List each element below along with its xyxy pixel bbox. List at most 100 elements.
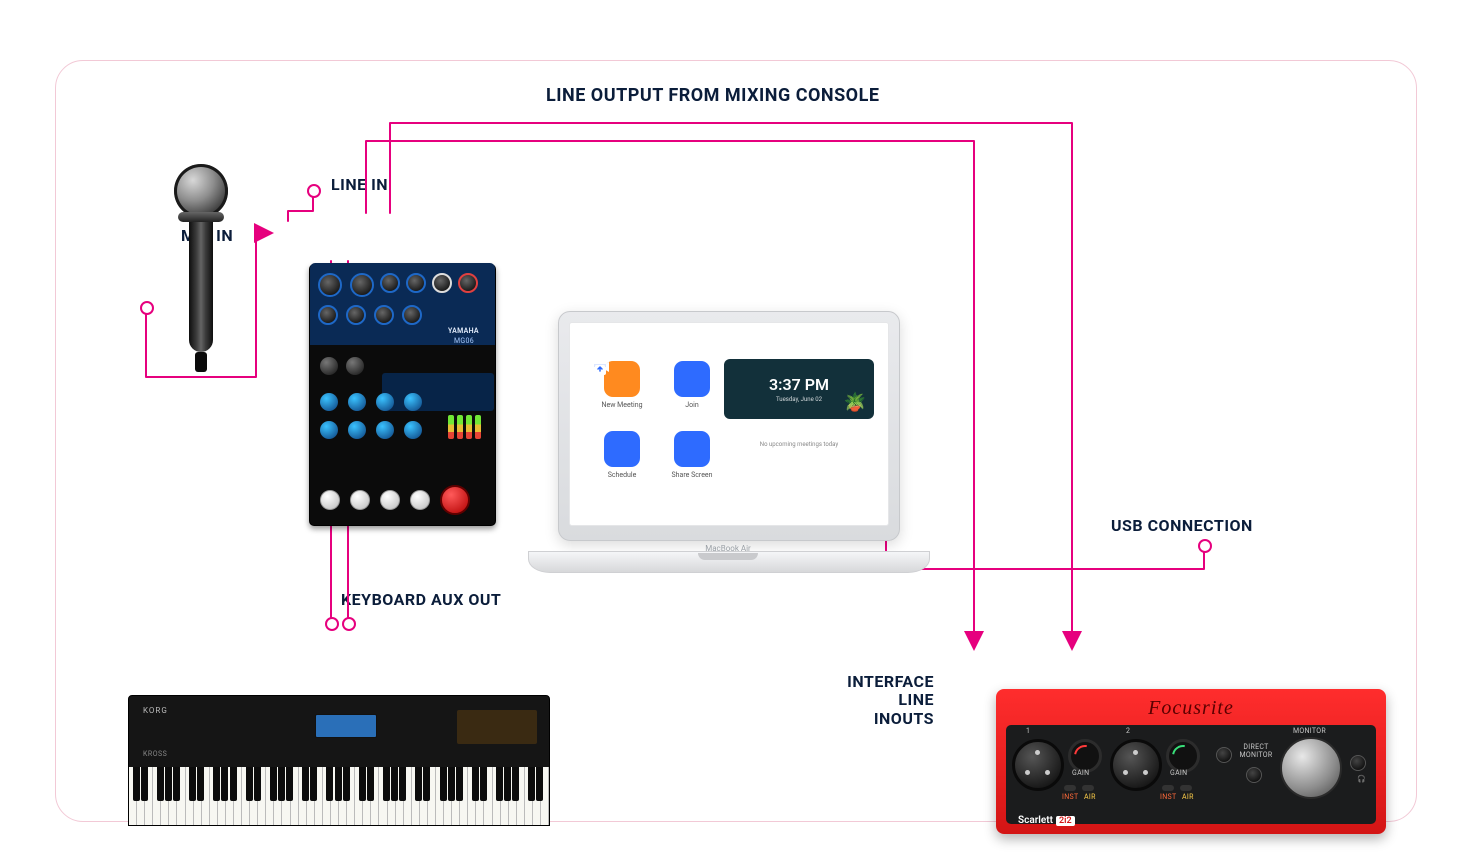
zoom-share-screen: Share Screen xyxy=(662,431,722,501)
mixer-knob-b4 xyxy=(404,421,422,439)
mixer-gain-1 xyxy=(320,357,338,375)
iface-headphone-jack xyxy=(1350,755,1366,771)
laptop-notch xyxy=(698,553,758,560)
mixer-model: MG06 xyxy=(454,337,474,345)
zoom-join: Join xyxy=(662,361,722,431)
audio-interface: Focusrite 1 GAIN INST AIR 2 GAIN xyxy=(996,689,1386,834)
mixer-knob-a4 xyxy=(404,393,422,411)
keyboard-body: KORG KROSS xyxy=(128,695,550,769)
zoom-clock-date: Tuesday, June 02 xyxy=(776,396,822,403)
mixer-led-4 xyxy=(475,415,481,439)
iface-gain-2-label: GAIN xyxy=(1170,769,1187,777)
zoom-time-card: 3:37 PM Tuesday, June 02 🪴 xyxy=(724,359,874,419)
mixer-jack-6 xyxy=(402,305,422,325)
mixer-jack-5 xyxy=(374,305,394,325)
mic-ring xyxy=(178,212,224,222)
diagram-stage: LINE OUTPUT FROM MIXING CONSOLE LINE IN … xyxy=(0,0,1471,867)
label-line-output: LINE OUTPUT FROM MIXING CONSOLE xyxy=(546,86,879,107)
keyboard-black-keys xyxy=(128,767,548,805)
keyboard-lcd xyxy=(315,714,377,738)
node-kbd-aux-2 xyxy=(342,617,356,631)
zoom-schedule: 19 Schedule xyxy=(592,431,652,501)
zoom-join-label: Join xyxy=(685,401,698,409)
iface-air-2 xyxy=(1180,785,1192,791)
headphones-icon: 🎧 xyxy=(1357,775,1366,783)
iface-air-2-label: AIR xyxy=(1182,793,1194,801)
zoom-clock-time: 3:37 PM xyxy=(769,375,829,394)
mixer-knob-a3 xyxy=(376,393,394,411)
mixing-console: YAMAHA MG06 xyxy=(309,264,496,526)
iface-inst-2-label: INST xyxy=(1160,793,1176,801)
zoom-app-grid: New Meeting Join 19 Schedul xyxy=(592,361,722,501)
iface-gain-1 xyxy=(1068,739,1102,773)
keyboard-brand: KORG xyxy=(143,706,168,715)
mixer-level-4 xyxy=(410,490,430,510)
iface-air-1 xyxy=(1082,785,1094,791)
mixer-jack-lineout-L xyxy=(432,273,452,293)
iface-ch2-label: 2 xyxy=(1126,727,1130,735)
mixer-knob-b3 xyxy=(376,421,394,439)
interface-model: Scarlett2i2 xyxy=(1018,815,1075,826)
interface-model-a: Scarlett xyxy=(1018,815,1053,826)
mixer-knob-a2 xyxy=(348,393,366,411)
iface-48v xyxy=(1216,747,1232,763)
mixer-level-3 xyxy=(380,490,400,510)
plus-icon xyxy=(674,361,710,397)
mixer-power-button xyxy=(440,485,470,515)
laptop: New Meeting Join 19 Schedul xyxy=(528,311,928,601)
zoom-no-meetings: No upcoming meetings today xyxy=(724,441,874,448)
label-usb-connection: USB CONNECTION xyxy=(1111,517,1253,535)
mixer-led-3 xyxy=(466,415,472,439)
mic-body xyxy=(189,222,213,352)
mixer-gain-2 xyxy=(346,357,364,375)
iface-ch1-label: 1 xyxy=(1026,727,1030,735)
keyboard-model: KROSS xyxy=(143,750,167,758)
interface-brand: Focusrite xyxy=(996,697,1386,720)
iface-air-1-label: AIR xyxy=(1084,793,1096,801)
zoom-new-meeting-label: New Meeting xyxy=(601,401,642,409)
laptop-screen: New Meeting Join 19 Schedul xyxy=(558,311,900,541)
mixer-brand: YAMAHA xyxy=(448,327,479,335)
mixer-knob-b1 xyxy=(320,421,338,439)
mixer-led-1 xyxy=(448,415,454,439)
iface-monitor-label: MONITOR xyxy=(1293,727,1326,735)
zoom-new-meeting: New Meeting xyxy=(592,361,652,431)
iface-direct-monitor-label: DIRECT MONITOR xyxy=(1236,743,1276,759)
iface-gain-1-label: GAIN xyxy=(1072,769,1089,777)
microphone xyxy=(166,164,236,374)
mixer-jack-4 xyxy=(346,305,366,325)
node-kbd-aux-1 xyxy=(325,617,339,631)
label-line-in: LINE IN xyxy=(331,176,388,194)
mixer-jack-3 xyxy=(318,305,338,325)
node-line-in xyxy=(307,184,321,198)
mixer-knob-a1 xyxy=(320,393,338,411)
iface-xlr-1 xyxy=(1012,739,1064,791)
node-mic-cable xyxy=(140,301,154,315)
node-usb xyxy=(1198,539,1212,553)
iface-inst-2 xyxy=(1162,785,1174,791)
plant-icon: 🪴 xyxy=(844,392,866,413)
iface-gain-2 xyxy=(1166,739,1200,773)
mixer-jack-lineout-R xyxy=(458,273,478,293)
interface-front-panel: 1 GAIN INST AIR 2 GAIN INST AIR xyxy=(1006,725,1376,824)
mixer-level-1 xyxy=(320,490,340,510)
mixer-jack-mic1 xyxy=(318,273,342,297)
mixer-jack-mic2 xyxy=(350,273,374,297)
iface-xlr-2 xyxy=(1110,739,1162,791)
interface-model-b: 2i2 xyxy=(1056,816,1075,826)
video-icon xyxy=(604,361,640,397)
zoom-share-label: Share Screen xyxy=(672,471,713,479)
calendar-icon: 19 xyxy=(604,431,640,467)
keyboard-panel xyxy=(457,710,537,744)
iface-monitor-knob xyxy=(1280,737,1342,799)
diagram-card: LINE OUTPUT FROM MIXING CONSOLE LINE IN … xyxy=(55,60,1417,822)
mixer-level-2 xyxy=(350,490,370,510)
mixer-jack-line2 xyxy=(406,273,426,293)
laptop-display: New Meeting Join 19 Schedul xyxy=(569,322,889,526)
mic-plug xyxy=(195,352,207,372)
mixer-knob-b2 xyxy=(348,421,366,439)
mixer-jack-line1 xyxy=(380,273,400,293)
iface-inst-1 xyxy=(1064,785,1076,791)
iface-inst-1-label: INST xyxy=(1062,793,1078,801)
mixer-led-2 xyxy=(457,415,463,439)
